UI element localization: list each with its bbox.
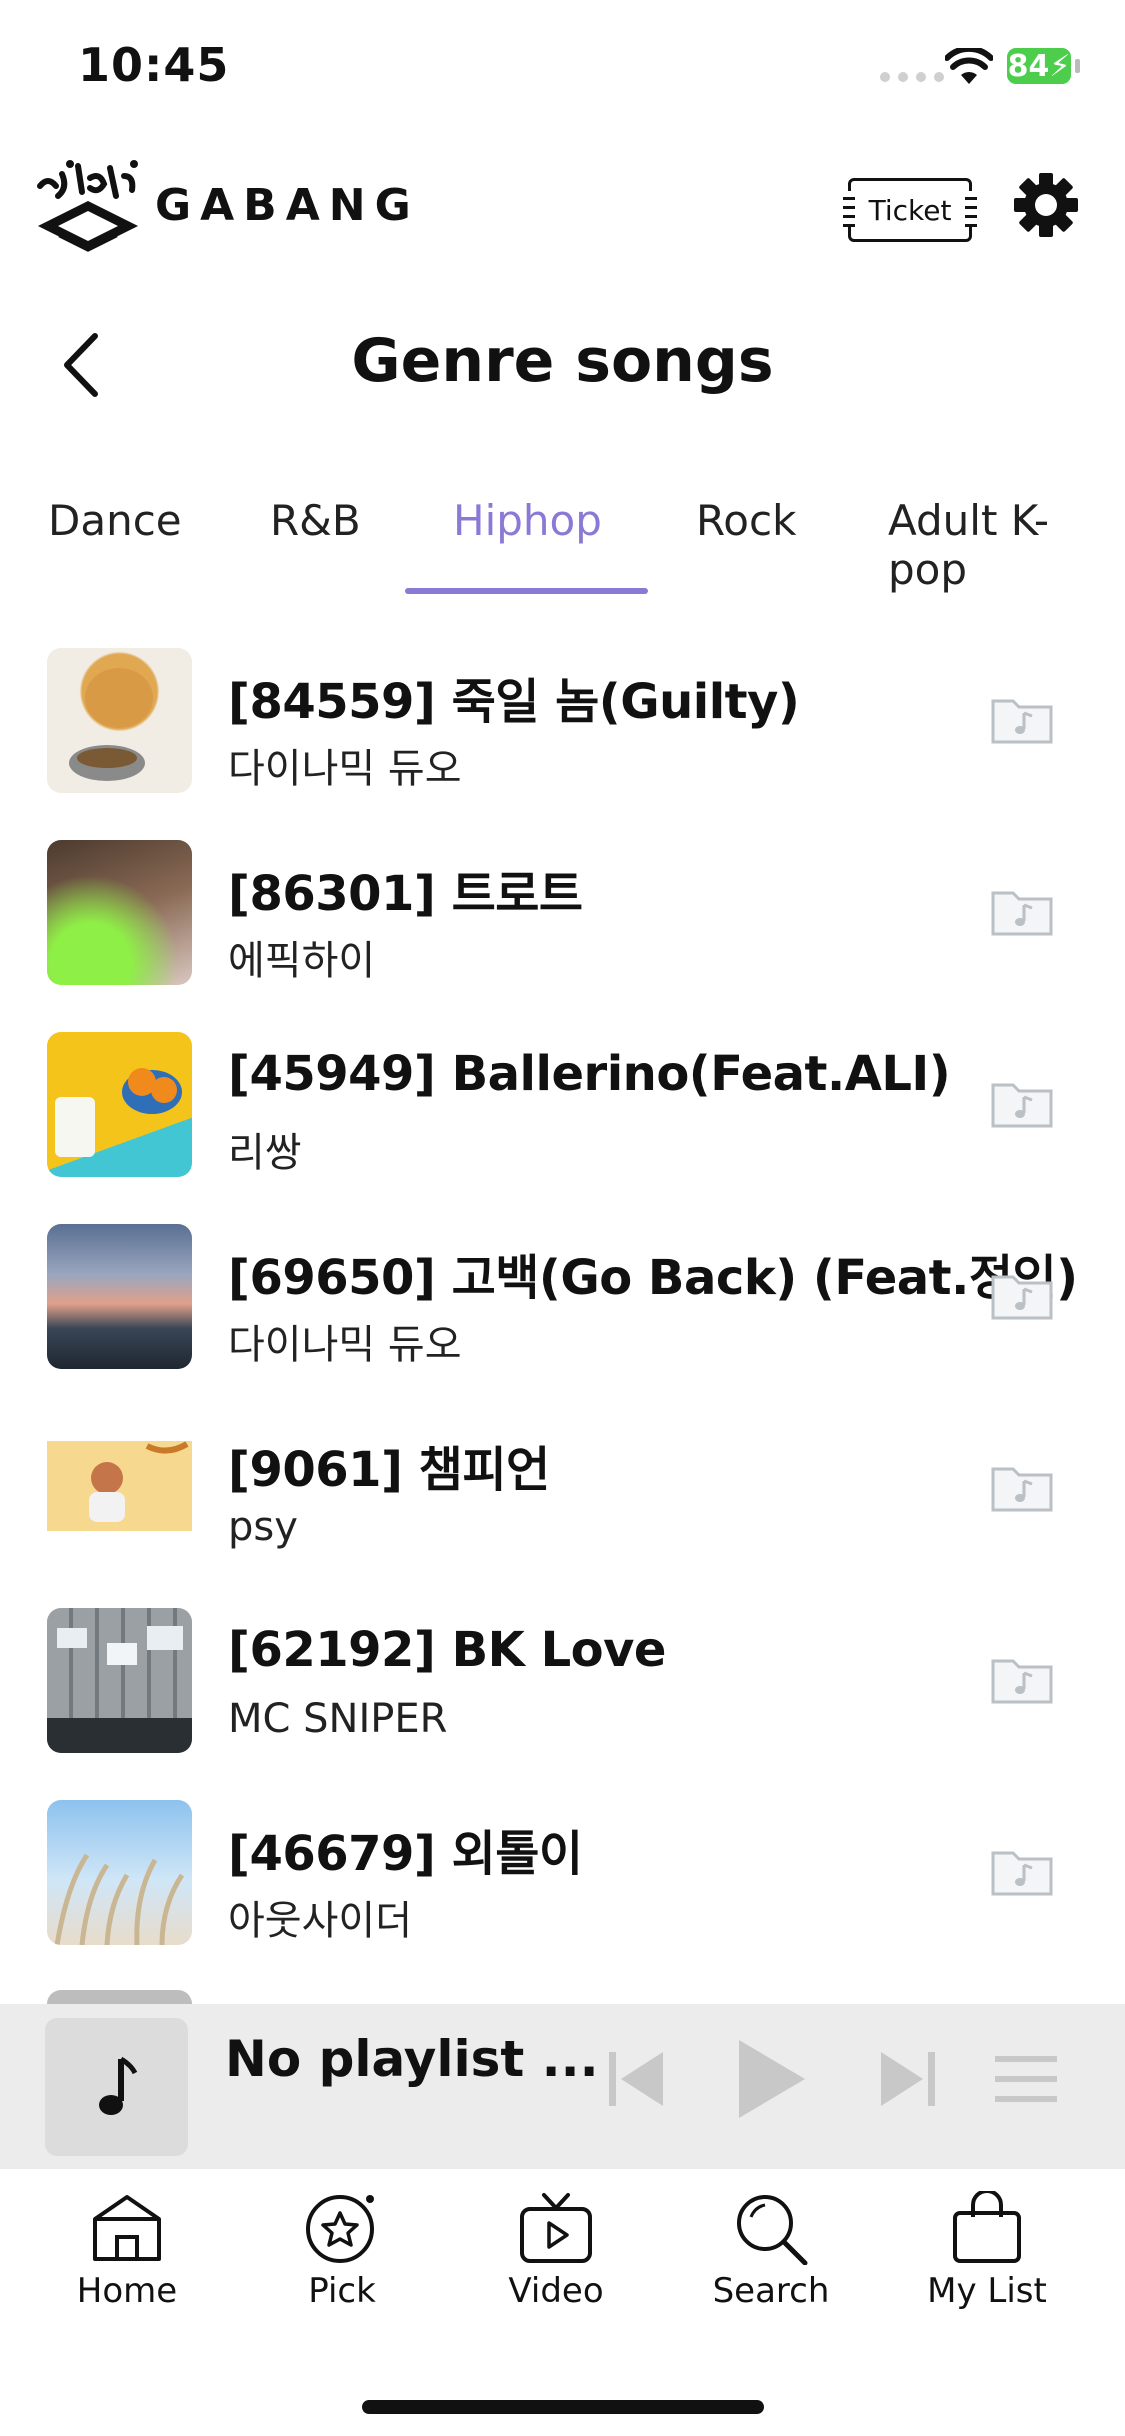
song-title: [84559] 죽일 놈(Guilty) [228, 674, 800, 730]
nav-video[interactable]: Video [481, 2191, 631, 2311]
cellular-signal-icon [880, 72, 944, 82]
brand-name: GABANG [155, 180, 420, 231]
song-title: [45949] Ballerino(Feat.ALI) [228, 1046, 951, 1102]
home-icon [93, 2195, 161, 2261]
player-artwork [45, 2018, 188, 2156]
album-art [47, 1224, 192, 1369]
song-title: [86301] 트로트 [228, 866, 583, 922]
page-title: Genre songs [351, 326, 774, 396]
add-to-playlist-folder-icon[interactable] [990, 1653, 1054, 1705]
song-title: [9061] 챔피언 [228, 1442, 550, 1498]
song-row[interactable]: [9061] 챔피언 psy [0, 1416, 1125, 1566]
song-row[interactable]: [84559] 죽일 놈(Guilty) 다이나믹 듀오 [0, 648, 1125, 798]
nav-pick[interactable]: Pick [267, 2191, 417, 2311]
song-row[interactable]: [46679] 외톨이 아웃사이더 [0, 1800, 1125, 1950]
bottom-navigation: Home Pick Video Search My List [0, 2169, 1125, 2436]
song-title: [46679] 외톨이 [228, 1826, 583, 1882]
album-art-partial [47, 1990, 192, 2004]
song-title: [62192] BK Love [228, 1622, 666, 1678]
playlist-menu-icon[interactable] [995, 2054, 1057, 2104]
ticket-button[interactable]: Ticket [843, 178, 977, 242]
song-title: [69650] 고백(Go Back) (Feat.정인) [228, 1250, 1078, 1306]
next-track-icon[interactable] [875, 2044, 939, 2114]
album-art [47, 1416, 192, 1561]
play-icon[interactable] [733, 2036, 809, 2122]
home-indicator[interactable] [362, 2400, 764, 2414]
song-row[interactable]: [86301] 트로트 에픽하이 [0, 840, 1125, 990]
app-header: GABANG Ticket [0, 150, 1125, 270]
nav-pick-label: Pick [308, 2271, 376, 2311]
nav-search[interactable]: Search [696, 2191, 846, 2311]
previous-track-icon[interactable] [605, 2044, 669, 2114]
song-artist: 아웃사이더 [228, 1898, 412, 1944]
tab-hiphop[interactable]: Hiphop [453, 496, 602, 545]
add-to-playlist-folder-icon[interactable] [990, 1845, 1054, 1897]
add-to-playlist-folder-icon[interactable] [990, 1077, 1054, 1129]
nav-mylist[interactable]: My List [912, 2191, 1062, 2311]
song-row[interactable]: [69650] 고백(Go Back) (Feat.정인) 다이나믹 듀오 [0, 1224, 1125, 1374]
add-to-playlist-folder-icon[interactable] [990, 1461, 1054, 1513]
album-art [47, 840, 192, 985]
song-artist: 에픽하이 [228, 938, 376, 984]
tab-rock[interactable]: Rock [696, 496, 796, 545]
album-art [47, 1800, 192, 1945]
status-time: 10:45 [78, 38, 230, 92]
add-to-playlist-folder-icon[interactable] [990, 885, 1054, 937]
status-bar: 10:45 84 ⚡ [0, 0, 1125, 140]
active-tab-indicator [405, 588, 648, 594]
battery-level: 84 [1007, 48, 1050, 84]
nav-home[interactable]: Home [52, 2191, 202, 2311]
gear-icon[interactable] [1013, 172, 1079, 238]
song-artist: MC SNIPER [228, 1696, 448, 1742]
add-to-playlist-folder-icon[interactable] [990, 1269, 1054, 1321]
battery-indicator: 84 ⚡ [1007, 48, 1071, 84]
bag-icon [953, 2191, 1021, 2263]
song-row[interactable]: [45949] Ballerino(Feat.ALI) 리쌍 [0, 1032, 1125, 1182]
gabang-logo-icon [37, 160, 139, 252]
song-artist: 다이나믹 듀오 [228, 1322, 462, 1368]
tab-dance[interactable]: Dance [48, 496, 182, 545]
genre-tabs: Dance R&B Hiphop Rock Adult K-pop [0, 480, 1125, 595]
battery-cap [1075, 59, 1080, 73]
song-row[interactable]: [62192] BK Love MC SNIPER [0, 1608, 1125, 1758]
star-icon [306, 2195, 374, 2263]
search-icon [737, 2195, 808, 2265]
album-art [47, 1032, 192, 1177]
tv-icon [520, 2193, 592, 2263]
song-artist: 다이나믹 듀오 [228, 746, 462, 792]
player-title: No playlist ... [225, 2030, 599, 2088]
nav-video-label: Video [508, 2271, 604, 2311]
nav-home-label: Home [76, 2271, 178, 2311]
song-artist: psy [228, 1504, 298, 1550]
song-artist: 리쌍 [228, 1130, 302, 1176]
album-art [47, 1608, 192, 1753]
tab-rnb[interactable]: R&B [270, 496, 361, 545]
tab-adult-kpop[interactable]: Adult K-pop [888, 496, 1125, 594]
nav-search-label: Search [712, 2271, 830, 2311]
wifi-icon [945, 48, 993, 84]
album-art [47, 648, 192, 793]
nav-mylist-label: My List [927, 2271, 1047, 2311]
mini-player: No playlist ... [0, 2004, 1125, 2169]
add-to-playlist-folder-icon[interactable] [990, 693, 1054, 745]
music-note-icon [98, 2056, 137, 2115]
